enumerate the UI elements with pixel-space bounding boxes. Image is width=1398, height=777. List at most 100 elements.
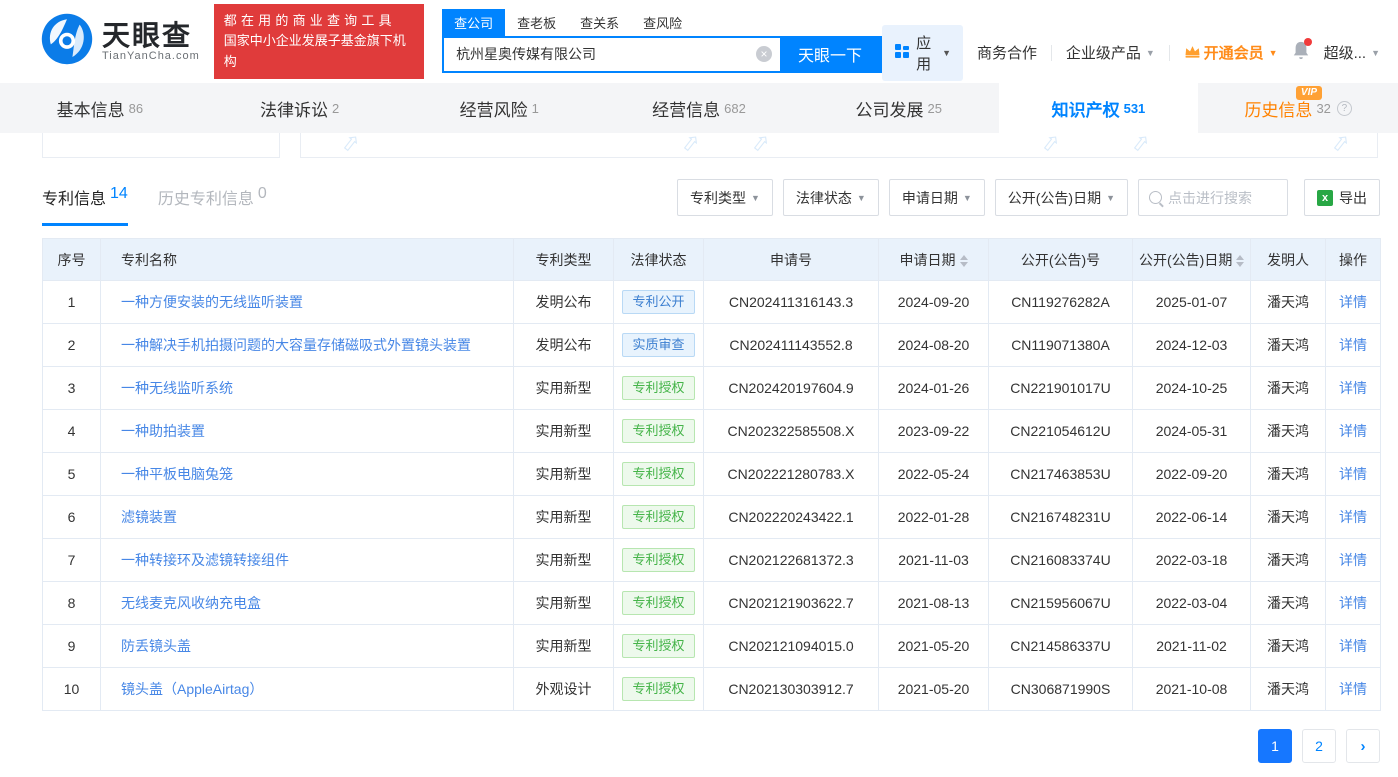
nav-tab-count: 1 bbox=[532, 101, 539, 116]
watermark-icon: ⇧ bbox=[1125, 133, 1156, 158]
patent-name-link[interactable]: 镜头盖（AppleAirtag） bbox=[121, 681, 263, 697]
detail-link[interactable]: 详情 bbox=[1339, 466, 1367, 482]
cell-application-date: 2023-09-22 bbox=[879, 410, 989, 453]
company-nav-tabs: 基本信息86法律诉讼2 经营风险 1 经营信息682公司发展25知识产权531历史信息… bbox=[0, 83, 1398, 133]
page-button-1[interactable]: 1 bbox=[1258, 729, 1292, 763]
detail-link[interactable]: 详情 bbox=[1339, 638, 1367, 654]
cell-action: 详情 bbox=[1326, 367, 1381, 410]
filter-publish-date[interactable]: 公开(公告)日期▼ bbox=[995, 179, 1128, 216]
filter-legal-status[interactable]: 法律状态▼ bbox=[783, 179, 879, 216]
menu-vip-upgrade[interactable]: 开通会员 ▼ bbox=[1184, 42, 1278, 63]
cell-patent-name: 滤镜装置 bbox=[101, 496, 514, 539]
patent-name-link[interactable]: 一种无线监听系统 bbox=[121, 380, 233, 396]
table-search-input[interactable] bbox=[1168, 190, 1277, 206]
column-header-label: 申请日期 bbox=[900, 252, 956, 268]
apps-label: 应用 bbox=[916, 32, 934, 74]
nav-tab-intellectual-property[interactable]: 知识产权531 bbox=[999, 83, 1199, 133]
search-input[interactable] bbox=[444, 38, 780, 71]
cell-index: 4 bbox=[43, 410, 101, 453]
column-header-label: 法律状态 bbox=[631, 252, 687, 268]
nav-tab-history-info[interactable]: 历史信息32VIP? bbox=[1198, 83, 1398, 133]
nav-tab-label: 基本信息 bbox=[57, 96, 125, 121]
filter-patent-type[interactable]: 专利类型▼ bbox=[677, 179, 773, 216]
search-button[interactable]: 天眼一下 bbox=[780, 38, 880, 71]
detail-link[interactable]: 详情 bbox=[1339, 509, 1367, 525]
help-icon[interactable]: ? bbox=[1337, 101, 1352, 116]
cell-application-no: CN202130303912.7 bbox=[704, 668, 879, 711]
patent-name-link[interactable]: 无线麦克风收纳充电盒 bbox=[121, 595, 261, 611]
search-tab-company[interactable]: 查公司 bbox=[442, 9, 505, 36]
filter-label: 公开(公告)日期 bbox=[1008, 188, 1101, 208]
detail-link[interactable]: 详情 bbox=[1339, 337, 1367, 353]
sub-tab-history-patent-info[interactable]: 历史专利信息0 bbox=[158, 185, 267, 226]
menu-super-vip[interactable]: 超级... ▼ bbox=[1324, 42, 1380, 63]
nav-tab-operation-info[interactable]: 经营信息682 bbox=[599, 83, 799, 133]
detail-link[interactable]: 详情 bbox=[1339, 423, 1367, 439]
patent-name-link[interactable]: 一种方便安装的无线监听装置 bbox=[121, 294, 303, 310]
cell-patent-name: 一种解决手机拍摄问题的大容量存储磁吸式外置镜头装置 bbox=[101, 324, 514, 367]
cell-application-date: 2021-05-20 bbox=[879, 668, 989, 711]
cell-inventor: 潘天鸿 bbox=[1251, 625, 1326, 668]
patent-name-link[interactable]: 一种助拍装置 bbox=[121, 423, 205, 439]
table-body: 1一种方便安装的无线监听装置发明公布专利公开CN202411316143.320… bbox=[43, 281, 1381, 711]
cell-patent-type: 发明公布 bbox=[514, 281, 614, 324]
notification-dot bbox=[1304, 38, 1312, 46]
table-row: 8无线麦克风收纳充电盒实用新型专利授权CN202121903622.72021-… bbox=[43, 582, 1381, 625]
patent-name-link[interactable]: 一种解决手机拍摄问题的大容量存储磁吸式外置镜头装置 bbox=[121, 337, 471, 353]
cell-publication-no: CN215956067U bbox=[989, 582, 1133, 625]
detail-link[interactable]: 详情 bbox=[1339, 552, 1367, 568]
watermark-icon: ⇧ bbox=[335, 133, 366, 158]
patent-name-link[interactable]: 一种平板电脑兔笼 bbox=[121, 466, 233, 482]
clear-search-icon[interactable]: × bbox=[756, 46, 772, 62]
cell-publication-date: 2024-10-25 bbox=[1133, 367, 1251, 410]
patent-name-link[interactable]: 一种转接环及滤镜转接组件 bbox=[121, 552, 289, 568]
cell-publication-date: 2022-06-14 bbox=[1133, 496, 1251, 539]
nav-tab-company-development[interactable]: 公司发展25 bbox=[799, 83, 999, 133]
tianyancha-logo[interactable]: 天眼查 TianYanCha.com bbox=[40, 12, 200, 71]
cell-legal-status: 专利授权 bbox=[614, 582, 704, 625]
patent-name-link[interactable]: 防丢镜头盖 bbox=[121, 638, 191, 654]
table-header-row: 序号专利名称专利类型法律状态申请号申请日期公开(公告)号公开(公告)日期发明人操… bbox=[43, 239, 1381, 281]
detail-link[interactable]: 详情 bbox=[1339, 294, 1367, 310]
sub-tab-count: 0 bbox=[258, 185, 267, 212]
sort-icon[interactable] bbox=[960, 255, 968, 267]
nav-tab-label: 经营风险 bbox=[460, 96, 528, 121]
menu-enterprise-products[interactable]: 企业级产品 ▼ bbox=[1066, 42, 1155, 63]
cell-patent-type: 实用新型 bbox=[514, 367, 614, 410]
menu-business-cooperation[interactable]: 商务合作 bbox=[977, 42, 1037, 63]
cell-application-no: CN202411143552.8 bbox=[704, 324, 879, 367]
table-row: 4一种助拍装置实用新型专利授权CN202322585508.X2023-09-2… bbox=[43, 410, 1381, 453]
search-tab-boss[interactable]: 查老板 bbox=[505, 9, 568, 36]
cell-publication-no: CN214586337U bbox=[989, 625, 1133, 668]
cell-patent-type: 实用新型 bbox=[514, 582, 614, 625]
nav-tab-basic-info[interactable]: 基本信息86 bbox=[0, 83, 200, 133]
apps-menu[interactable]: 应用 ▼ bbox=[882, 25, 963, 81]
patent-name-link[interactable]: 滤镜装置 bbox=[121, 509, 177, 525]
column-header-label: 发明人 bbox=[1267, 252, 1309, 268]
nav-tab-count: 531 bbox=[1124, 101, 1146, 116]
table-row: 6滤镜装置实用新型专利授权CN202220243422.12022-01-28C… bbox=[43, 496, 1381, 539]
page-button-2[interactable]: 2 bbox=[1302, 729, 1336, 763]
notification-bell-icon[interactable] bbox=[1292, 40, 1310, 65]
cell-application-no: CN202121903622.7 bbox=[704, 582, 879, 625]
chevron-down-icon: ▼ bbox=[1269, 48, 1278, 58]
cell-publication-date: 2024-05-31 bbox=[1133, 410, 1251, 453]
detail-link[interactable]: 详情 bbox=[1339, 681, 1367, 697]
nav-tab-operation-risk[interactable]: 经营风险 1 bbox=[399, 83, 599, 133]
nav-tab-legal-litigation[interactable]: 法律诉讼2 bbox=[200, 83, 400, 133]
sort-icon[interactable] bbox=[1236, 255, 1244, 267]
export-button[interactable]: x 导出 bbox=[1304, 179, 1380, 216]
detail-link[interactable]: 详情 bbox=[1339, 595, 1367, 611]
next-page-button[interactable]: › bbox=[1346, 729, 1380, 763]
search-tab-risk[interactable]: 查风险 bbox=[631, 9, 694, 36]
detail-link[interactable]: 详情 bbox=[1339, 380, 1367, 396]
search-tab-relation[interactable]: 查关系 bbox=[568, 9, 631, 36]
pagination: 12 › bbox=[42, 729, 1380, 763]
search-tabs: 查公司查老板查关系查风险 bbox=[442, 11, 882, 36]
cell-index: 5 bbox=[43, 453, 101, 496]
column-header-label: 公开(公告)日期 bbox=[1139, 252, 1232, 268]
cell-inventor: 潘天鸿 bbox=[1251, 410, 1326, 453]
sub-tab-patent-info[interactable]: 专利信息14 bbox=[42, 185, 128, 226]
table-search-box[interactable] bbox=[1138, 179, 1288, 216]
filter-apply-date[interactable]: 申请日期▼ bbox=[889, 179, 985, 216]
